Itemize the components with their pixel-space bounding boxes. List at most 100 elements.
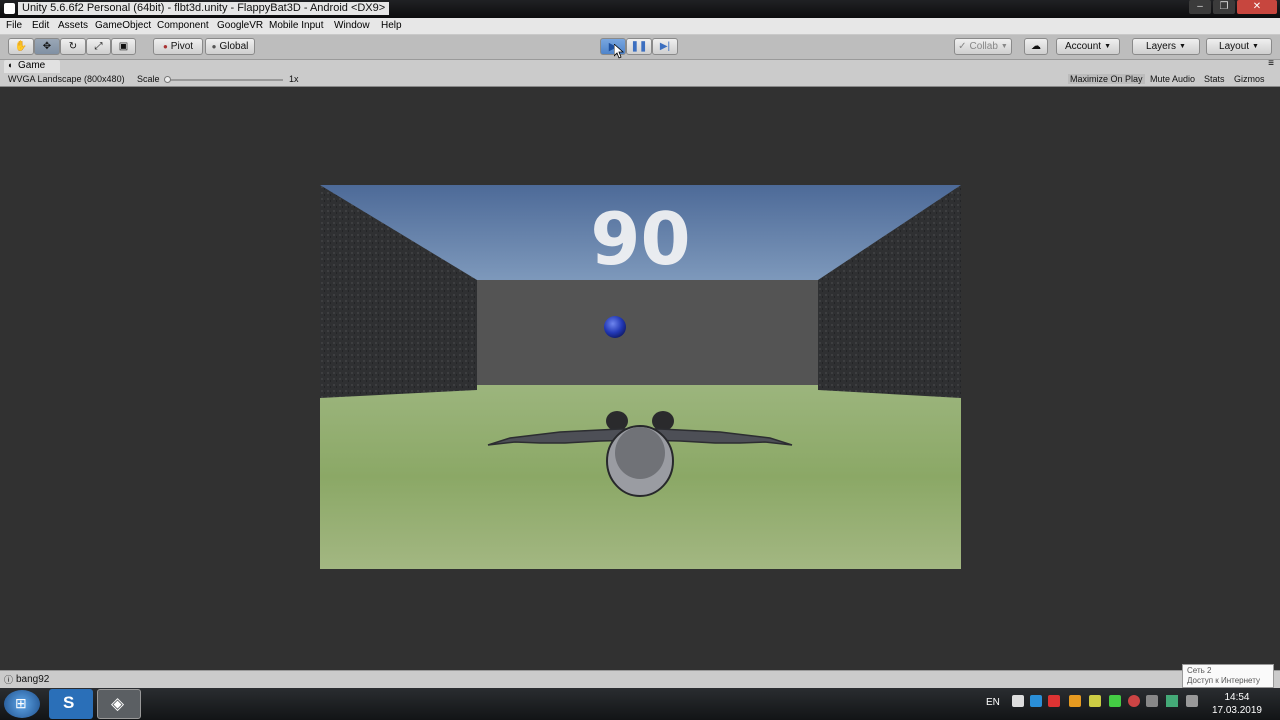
step-button[interactable]: ▶| — [652, 38, 678, 55]
tray-tool-icon[interactable] — [1089, 695, 1101, 707]
menu-file[interactable]: File — [6, 20, 22, 31]
global-toggle[interactable]: ● Global — [205, 38, 255, 55]
menu-gameobject[interactable]: GameObject — [95, 20, 151, 31]
game-tab-bar: ◖ Game ≡ — [0, 58, 1280, 73]
step-icon: ▶| — [659, 41, 671, 52]
chevron-down-icon: ▼ — [1104, 43, 1112, 50]
pause-icon: ❚❚ — [630, 41, 648, 52]
tab-game-label: Game — [18, 60, 46, 71]
rect-icon: ▣ — [118, 41, 129, 52]
info-icon: ⓘ — [4, 675, 14, 685]
maximize-button[interactable]: ❐ — [1213, 0, 1235, 14]
scale-icon: ⤢ — [94, 41, 103, 52]
scale-slider-track[interactable] — [164, 76, 283, 83]
menu-help[interactable]: Help — [381, 20, 402, 31]
unity-app-icon — [4, 3, 15, 14]
tray-speaker-icon[interactable] — [1146, 695, 1158, 707]
blue-ball — [604, 316, 626, 338]
check-icon: ✓ — [958, 41, 967, 52]
tray-app-icon[interactable] — [1048, 695, 1060, 707]
stats-toggle[interactable]: Stats — [1204, 74, 1225, 84]
language-indicator[interactable]: EN — [986, 697, 1000, 708]
layers-label: Layers — [1146, 41, 1177, 52]
tray-orange-icon[interactable] — [1069, 695, 1081, 707]
resolution-dropdown[interactable]: WVGA Landscape (800x480) — [8, 74, 126, 84]
chevron-down-icon: ▼ — [1179, 43, 1186, 50]
menu-window[interactable]: Window — [334, 20, 370, 31]
taskbar-clock[interactable]: 14:54 17.03.2019 — [1212, 691, 1262, 717]
game-view-bar: WVGA Landscape (800x480) Scale 1x Maximi… — [0, 73, 1280, 87]
tray-network-icon[interactable] — [1186, 695, 1198, 707]
status-bar: ⓘ bang92 — [0, 670, 1280, 688]
tray-red-icon[interactable] — [1128, 695, 1140, 707]
scale-slider-thumb[interactable] — [164, 76, 171, 83]
window-title-bar: Unity 5.6.6f2 Personal (64bit) - flbt3d.… — [0, 0, 1280, 18]
account-label: Account — [1064, 41, 1102, 52]
move-tool-button[interactable]: ✥ — [34, 38, 60, 55]
windows-taskbar: ⊞ S ◈ EN 14:54 17.03.2019 — [0, 688, 1280, 720]
rotate-tool-button[interactable]: ↻ — [60, 38, 86, 55]
tab-game[interactable]: ◖ Game — [4, 60, 60, 73]
move-icon: ✥ — [42, 41, 52, 52]
score-counter: 90 — [590, 197, 691, 281]
windows-logo-icon: ⊞ — [15, 695, 27, 711]
skype-icon: S — [63, 693, 75, 712]
network-name: Сеть 2 — [1187, 666, 1212, 675]
taskbar-unity[interactable]: ◈ — [97, 689, 141, 719]
mute-audio-toggle[interactable]: Mute Audio — [1150, 74, 1195, 84]
start-button[interactable]: ⊞ — [4, 690, 40, 718]
hand-tool-button[interactable]: ✋ — [8, 38, 34, 55]
account-dropdown[interactable]: Account ▼ — [1056, 38, 1120, 55]
layout-dropdown[interactable]: Layout ▼ — [1206, 38, 1272, 55]
console-message[interactable]: bang92 — [16, 674, 49, 685]
clock-time: 14:54 — [1224, 692, 1250, 703]
clock-date: 17.03.2019 — [1211, 705, 1262, 716]
rect-tool-button[interactable]: ▣ — [111, 38, 136, 55]
gizmos-dropdown[interactable]: Gizmos — [1234, 74, 1265, 84]
tab-menu-icon[interactable]: ≡ — [1268, 58, 1274, 69]
menu-bar: File Edit Assets GameObject Component Go… — [0, 18, 1280, 35]
window-controls: – ❐ ✕ — [1189, 0, 1277, 14]
pivot-icon: ● — [162, 42, 168, 51]
scale-tool-button[interactable]: ⤢ — [86, 38, 111, 55]
menu-edit[interactable]: Edit — [32, 20, 49, 31]
tray-settings-icon[interactable] — [1012, 695, 1024, 707]
taskbar-skype[interactable]: S — [49, 689, 93, 719]
mouse-cursor-icon — [614, 44, 624, 59]
rotate-icon: ↻ — [68, 41, 78, 52]
hand-icon: ✋ — [14, 41, 28, 52]
network-status: Доступ к Интернету — [1187, 676, 1260, 685]
cloud-button[interactable]: ☁ — [1024, 38, 1048, 55]
window-title: Unity 5.6.6f2 Personal (64bit) - flbt3d.… — [18, 2, 390, 15]
maximize-on-play-toggle[interactable]: Maximize On Play — [1068, 74, 1145, 84]
chevron-down-icon: ▼ — [1252, 43, 1259, 50]
globe-icon: ● — [211, 42, 217, 51]
cloud-icon: ☁ — [1031, 41, 1041, 52]
game-scene[interactable]: 90 — [320, 185, 961, 569]
scale-value: 1x — [289, 74, 299, 84]
menu-component[interactable]: Component — [157, 20, 209, 31]
layout-label: Layout — [1219, 41, 1250, 52]
game-viewport[interactable]: 90 — [0, 87, 1280, 670]
tray-nvidia-icon[interactable] — [1109, 695, 1121, 707]
back-wall — [477, 280, 818, 390]
tray-flag-icon[interactable] — [1166, 695, 1178, 707]
pause-button[interactable]: ❚❚ — [626, 38, 652, 55]
pivot-label: Pivot — [170, 41, 194, 52]
collab-label: Collab — [969, 41, 998, 52]
layers-dropdown[interactable]: Layers ▼ — [1132, 38, 1200, 55]
minimize-button[interactable]: – — [1189, 0, 1211, 14]
network-tooltip: Сеть 2 Доступ к Интернету — [1182, 664, 1274, 688]
menu-mobile-input[interactable]: Mobile Input — [269, 20, 323, 31]
main-toolbar: ✋ ✥ ↻ ⤢ ▣ ● Pivot ● Global ▶ ❚❚ ▶| ✓ Col… — [0, 35, 1280, 60]
menu-assets[interactable]: Assets — [58, 20, 88, 31]
game-pacman-icon: ◖ — [7, 60, 13, 70]
tray-skype-icon[interactable] — [1030, 695, 1042, 707]
menu-googlevr[interactable]: GoogleVR — [217, 20, 263, 31]
unity-icon: ◈ — [111, 694, 125, 713]
pivot-toggle[interactable]: ● Pivot — [153, 38, 203, 55]
close-button[interactable]: ✕ — [1237, 0, 1277, 14]
global-label: Global — [219, 41, 249, 52]
collab-dropdown[interactable]: ✓ Collab ▼ — [954, 38, 1012, 55]
chevron-down-icon: ▼ — [1000, 43, 1008, 50]
